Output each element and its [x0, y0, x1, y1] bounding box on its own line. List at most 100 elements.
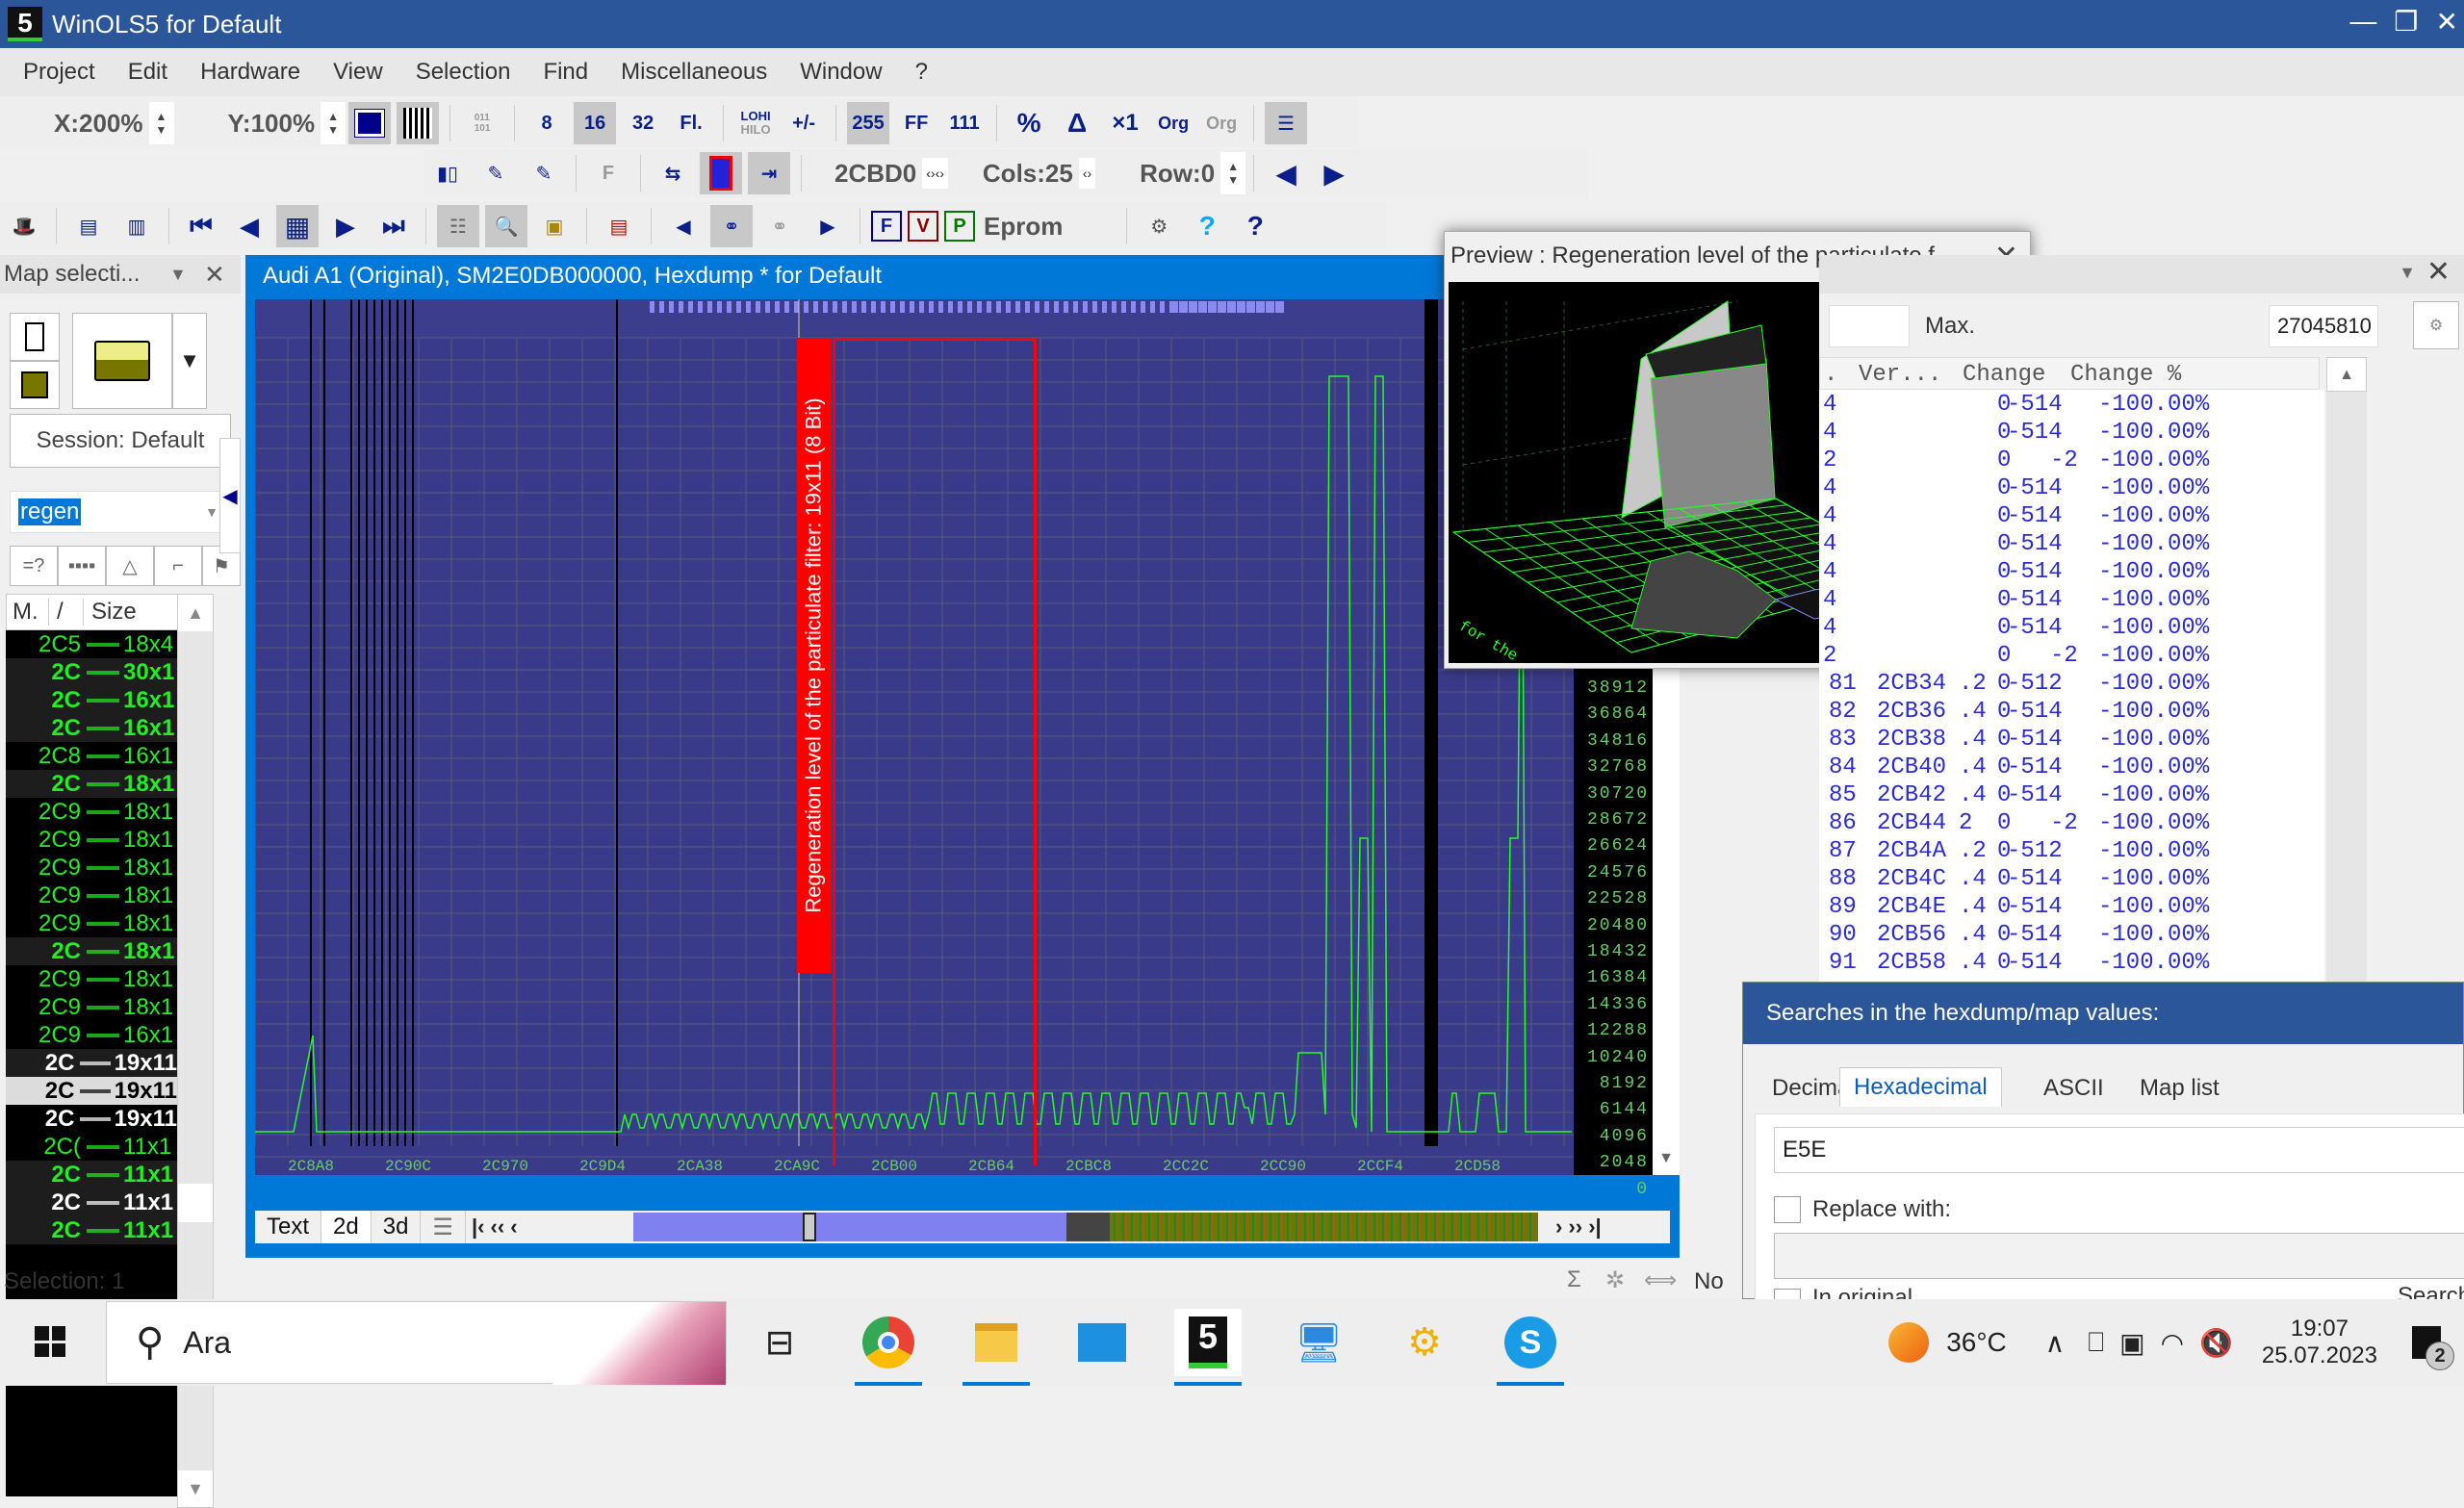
diff-list-row[interactable]: 4 0 -514 -100.00% [1819, 475, 2324, 503]
map-list-row[interactable]: 2C9 18x1 [6, 826, 177, 854]
address-arrows[interactable]: ‹›‹› [922, 158, 948, 189]
map-list-row[interactable]: 2C 19x11 [6, 1049, 177, 1077]
link-icon[interactable]: ⟺ [1644, 1266, 1677, 1294]
tab-hexadecimal[interactable]: Hexadecimal [1839, 1067, 2002, 1107]
p-button[interactable]: P [944, 211, 975, 242]
diff-list-row[interactable]: 91 2CB58.4 0 -514 -100.00% [1819, 950, 2324, 978]
cols-arrows[interactable]: ‹› [1078, 158, 1096, 189]
weather-icon[interactable] [1888, 1322, 1930, 1363]
search-value-input[interactable]: E5E [1774, 1127, 2464, 1173]
tab-map-list[interactable]: Map list [2140, 1075, 2220, 1102]
search-next-icon[interactable]: ▶ [807, 205, 849, 247]
prev-icon[interactable]: ◀ [228, 205, 270, 247]
minimize-button[interactable]: — [2349, 6, 2376, 38]
diff-list-row[interactable]: 4 0 -514 -100.00% [1819, 392, 2324, 420]
hex-format-button[interactable]: FF [895, 102, 937, 144]
col-addr[interactable]: . [1824, 362, 1837, 388]
2d-view-icon[interactable] [348, 102, 392, 144]
col-change-pct[interactable]: Change % [2070, 362, 2181, 388]
col-m[interactable]: M. [7, 599, 49, 626]
col-change[interactable]: Change [1963, 362, 2045, 388]
menu-lines-icon[interactable]: ☰ [1265, 102, 1308, 144]
diff-list-row[interactable]: 87 2CB4A .2 0 -512 -100.00% [1819, 838, 2324, 866]
byte-order-button[interactable]: LOHI HILO [734, 102, 777, 144]
scroll-icon[interactable]: ▣ [533, 205, 576, 247]
min-field[interactable] [1829, 305, 1910, 347]
map-list-row[interactable]: 2C 18x1 [6, 937, 177, 965]
col-size[interactable]: Size [84, 599, 137, 626]
v-button[interactable]: V [908, 211, 938, 242]
diff-list-row[interactable]: 90 2CB56.4 0 -514 -100.00% [1819, 922, 2324, 950]
sign-button[interactable]: +/- [783, 102, 825, 144]
engine-app-icon[interactable]: ⚙ [1391, 1309, 1458, 1376]
tab-text[interactable]: Text [255, 1211, 322, 1243]
calendar-icon[interactable]: ▤ [598, 205, 640, 247]
chrome-icon[interactable] [855, 1309, 922, 1386]
grid-icon[interactable]: ▦ [276, 205, 319, 247]
diff-list-row[interactable]: 88 2CB4C .4 0 -514 -100.00% [1819, 866, 2324, 894]
panel-menu-icon[interactable]: ▼ [169, 265, 187, 285]
next-arrow-icon[interactable]: ▶ [1313, 152, 1355, 194]
diff-list-row[interactable]: 4 0 -514 -100.00% [1819, 503, 2324, 531]
collapse-panel-icon[interactable]: ◀ [219, 438, 241, 553]
percent-button[interactable]: % [1008, 102, 1050, 144]
map-list-row[interactable]: 2C9 16x1 [6, 1021, 177, 1049]
wifi-icon[interactable]: ◠ [2161, 1327, 2184, 1359]
binoculars-icon[interactable]: ⚭ [710, 205, 753, 247]
binary-view-icon[interactable]: 011 101 [461, 102, 503, 144]
y-zoom-spinner[interactable]: ▲ ▼ [321, 102, 346, 144]
hat-icon[interactable]: 🎩 [3, 205, 45, 247]
tab-ascii[interactable]: ASCII [2043, 1075, 2104, 1102]
diff-list-row[interactable]: 86 2CB44 2 0 -2 -100.00% [1819, 810, 2324, 838]
map-list-row[interactable]: 2C 19x11 [6, 1105, 177, 1133]
map-frame-icon[interactable] [700, 152, 742, 194]
width-16bit-button[interactable]: 16 [574, 102, 617, 144]
battery-icon[interactable]: ▣ [2119, 1327, 2144, 1359]
width-8bit-button[interactable]: 8 [526, 102, 568, 144]
map-list-row[interactable]: 2C8 16x1 [6, 742, 177, 770]
map-list-row[interactable]: 2C 11x1 [6, 1216, 177, 1244]
hexdump-2d-plot[interactable]: 2C8A8 2C90C 2C970 2C9D4 2CA38 2CA9C 2CB00 2CB64… [255, 299, 1574, 1175]
close-button[interactable]: ✕ [2436, 6, 2458, 38]
replace-input[interactable] [1774, 1233, 2464, 1279]
width-32bit-button[interactable]: 32 [622, 102, 664, 144]
nav-left-buttons[interactable]: |‹ ‹‹ ‹ [466, 1214, 524, 1240]
this-pc-icon[interactable]: 🖥 [1285, 1309, 1352, 1376]
filter-delta-icon[interactable]: △ [106, 546, 154, 586]
hex-grid-icon[interactable] [397, 102, 440, 144]
map-list-row[interactable]: 2C 16x1 [6, 686, 177, 714]
filter-bits-icon[interactable]: ▪▪▪▪ [58, 546, 106, 586]
open-dropdown-icon[interactable]: ▼ [172, 313, 207, 409]
list-icon[interactable]: ☷ [437, 205, 479, 247]
decimal-format-button[interactable]: 255 [847, 102, 890, 144]
sum-icon[interactable]: Σ [1567, 1266, 1581, 1293]
tray-expand-icon[interactable]: ∧ [2045, 1327, 2066, 1359]
file-explorer-icon[interactable] [962, 1309, 1030, 1386]
map-filter-combobox[interactable]: regen ▼ [10, 491, 231, 533]
filter-compare-icon[interactable]: =? [10, 546, 58, 586]
diff-list-row[interactable]: 84 2CB40.4 0 -514 -100.00% [1819, 754, 2324, 782]
clock[interactable]: 19:07 25.07.2023 [2262, 1316, 2377, 1369]
map-list-row[interactable]: 2C 11x1 [6, 1189, 177, 1216]
map-list-row[interactable]: 2C9 18x1 [6, 993, 177, 1021]
prev-arrow-icon[interactable]: ◀ [1265, 152, 1307, 194]
panel-close-icon[interactable]: ✕ [204, 260, 225, 290]
restore-button[interactable]: ❐ [2394, 6, 2418, 38]
map-wand2-icon[interactable]: ✎ [523, 152, 565, 194]
window-compare-icon[interactable]: ▥ [116, 205, 158, 247]
tab-3d[interactable]: 3d [372, 1211, 422, 1243]
binary-format-button[interactable]: 111 [943, 102, 986, 144]
overview-strip[interactable] [633, 1213, 1538, 1241]
skype-icon[interactable]: S [1497, 1309, 1564, 1386]
diff-list-row[interactable]: 83 2CB38.4 0 -514 -100.00% [1819, 727, 2324, 754]
save-icon[interactable] [10, 361, 60, 409]
right-panel-menu-icon[interactable]: ▼ [2399, 263, 2416, 283]
map-wand-icon[interactable]: ✎ [475, 152, 517, 194]
taskbar-search[interactable]: ⚲ Ara [106, 1301, 727, 1385]
magnify-icon[interactable]: 🔍 [485, 205, 527, 247]
menu-edit[interactable]: Edit [128, 59, 167, 86]
context-help-icon[interactable]: ? [1234, 205, 1276, 247]
tab-menu-icon[interactable]: ☰ [421, 1211, 466, 1243]
mail-icon[interactable] [1068, 1309, 1136, 1376]
map-bars-icon[interactable]: ▮▯ [426, 152, 469, 194]
